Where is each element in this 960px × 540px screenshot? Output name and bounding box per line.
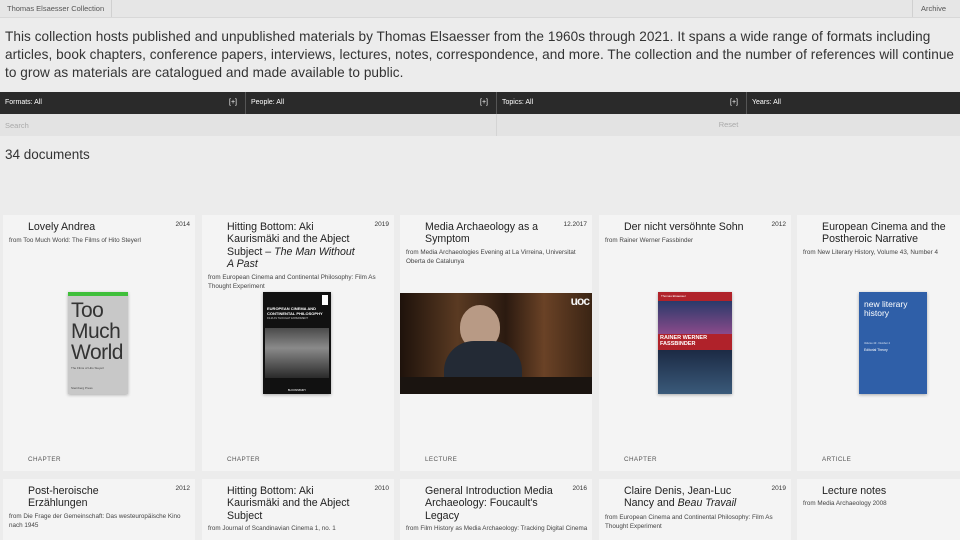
card-year: 2019 xyxy=(374,221,389,228)
card-year: 12.2017 xyxy=(563,221,588,228)
cover-author: Thomas Elsaesser xyxy=(661,294,686,298)
archive-link[interactable]: Archive xyxy=(911,0,960,17)
document-card[interactable]: Lecture notes from Media Archaeology 200… xyxy=(797,479,960,540)
people-filter-label: People: All xyxy=(251,99,285,106)
card-year: 2016 xyxy=(572,485,587,492)
card-year: 2012 xyxy=(175,485,190,492)
site-title-link[interactable]: Thomas Elsaesser Collection xyxy=(0,0,113,17)
people-filter[interactable]: People: All [+] xyxy=(246,92,497,114)
card-title: Claire Denis, Jean-Luc Nancy and Beau Tr… xyxy=(624,485,737,510)
cover-photo xyxy=(265,328,329,378)
lecture-desk xyxy=(400,377,592,394)
lecture-video-still: uoc xyxy=(400,293,592,394)
years-filter-label: Years: All xyxy=(752,99,781,106)
card-type: CHAPTER xyxy=(624,456,657,463)
card-type: ARTICLE xyxy=(822,456,852,463)
card-title: Hitting Bottom: Aki Kaurismäki and the A… xyxy=(227,485,350,522)
card-type: CHAPTER xyxy=(28,456,61,463)
cover-publisher: Sternberg Press xyxy=(71,386,93,390)
card-year: 2019 xyxy=(771,485,786,492)
card-year: 2014 xyxy=(175,221,190,228)
reset-button[interactable]: Reset xyxy=(497,114,960,136)
cover-title: EUROPEAN CINEMA AND CONTINENTAL PHILOSOP… xyxy=(267,306,323,316)
book-cover-image: new literary history Volume 43 · Number … xyxy=(859,292,927,394)
card-source: from Die Frage der Gemeinschaft: Das wes… xyxy=(9,513,181,529)
formats-filter-label: Formats: All xyxy=(5,99,42,106)
card-title: Lecture notes xyxy=(822,485,887,497)
book-cover-image: Thomas Elsaesser RAINER WERNER FASSBINDE… xyxy=(658,292,732,394)
search-input[interactable] xyxy=(0,114,497,136)
document-card[interactable]: Der nicht versöhnte Sohn 2012 from Raine… xyxy=(599,215,791,471)
filter-bar: Formats: All [+] People: All [+] Topics:… xyxy=(0,92,960,114)
document-count: 34 documents xyxy=(5,147,90,162)
document-card[interactable]: European Cinema and the Postheroic Narra… xyxy=(797,215,960,471)
cover-photo-top xyxy=(658,301,732,334)
card-title: Hitting Bottom: Aki Kaurismäki and the A… xyxy=(227,221,355,271)
cover-title: new literary history xyxy=(864,299,908,318)
book-cover-image: Too Much World The Films of Hito Steyerl… xyxy=(68,292,128,394)
card-title: General Introduction Media Archaeology: … xyxy=(425,485,553,522)
cover-photo-bottom xyxy=(658,350,732,394)
card-source: from European Cinema and Continental Phi… xyxy=(208,274,376,290)
cover-issue-title: Editorial Theory xyxy=(864,348,888,352)
cover-title: RAINER WERNER FASSBINDER xyxy=(660,335,708,347)
cover-volume: Volume 43 · Number 4 xyxy=(864,342,890,345)
document-card[interactable]: Lovely Andrea 2014 from Too Much World: … xyxy=(3,215,195,471)
formats-filter[interactable]: Formats: All [+] xyxy=(0,92,246,114)
card-title: Media Archaeology as a Symptom xyxy=(425,221,539,246)
card-source: from Too Much World: The Films of Hito S… xyxy=(9,237,141,244)
topics-filter-label: Topics: All xyxy=(502,99,534,106)
publisher-logo-icon xyxy=(322,295,328,305)
card-title: Post-heroische Erzählungen xyxy=(28,485,99,510)
document-card[interactable]: General Introduction Media Archaeology: … xyxy=(400,479,592,540)
card-source: from Film History as Media Archaeology: … xyxy=(406,525,588,532)
top-bar: Thomas Elsaesser Collection Archive xyxy=(0,0,960,18)
cover-subtitle: The Films of Hito Steyerl xyxy=(71,366,104,370)
card-source: from European Cinema and Continental Phi… xyxy=(605,514,773,530)
card-source: from Media Archaeology 2008 xyxy=(803,500,887,507)
card-year: 2012 xyxy=(771,221,786,228)
card-type: CHAPTER xyxy=(227,456,260,463)
document-card[interactable]: Post-heroische Erzählungen 2012 from Die… xyxy=(3,479,195,540)
card-source: from Journal of Scandinavian Cinema 1, n… xyxy=(208,525,336,532)
card-title: Lovely Andrea xyxy=(28,221,96,233)
card-source: from Media Archaeologies Evening at La V… xyxy=(406,249,576,265)
document-card[interactable]: Hitting Bottom: Aki Kaurismäki and the A… xyxy=(202,479,394,540)
cover-title: Too Much World xyxy=(71,299,123,364)
card-source: from New Literary History, Volume 43, Nu… xyxy=(803,249,938,256)
card-source: from Rainer Werner Fassbinder xyxy=(605,237,694,244)
card-type: LECTURE xyxy=(425,456,458,463)
years-filter[interactable]: Years: All xyxy=(747,92,960,114)
cover-subtitle: FILM AS THOUGHT EXPERIMENT xyxy=(267,317,308,320)
book-cover-image: EUROPEAN CINEMA AND CONTINENTAL PHILOSOP… xyxy=(263,292,331,394)
cover-publisher: BLOOMSBURY xyxy=(287,389,307,392)
people-expand-button[interactable]: [+] xyxy=(480,92,488,114)
document-card[interactable]: Hitting Bottom: Aki Kaurismäki and the A… xyxy=(202,215,394,471)
topics-filter[interactable]: Topics: All [+] xyxy=(497,92,747,114)
card-year: 2010 xyxy=(374,485,389,492)
search-row: Reset xyxy=(0,114,960,136)
collection-intro: This collection hosts published and unpu… xyxy=(5,29,955,80)
card-title: Der nicht versöhnte Sohn xyxy=(624,221,744,233)
document-card[interactable]: Claire Denis, Jean-Luc Nancy and Beau Tr… xyxy=(599,479,791,540)
topics-expand-button[interactable]: [+] xyxy=(730,92,738,114)
document-card[interactable]: Media Archaeology as a Symptom 12.2017 f… xyxy=(400,215,592,471)
uoc-logo: uoc xyxy=(570,294,590,308)
card-title: European Cinema and the Postheroic Narra… xyxy=(822,221,946,246)
formats-expand-button[interactable]: [+] xyxy=(229,92,237,114)
